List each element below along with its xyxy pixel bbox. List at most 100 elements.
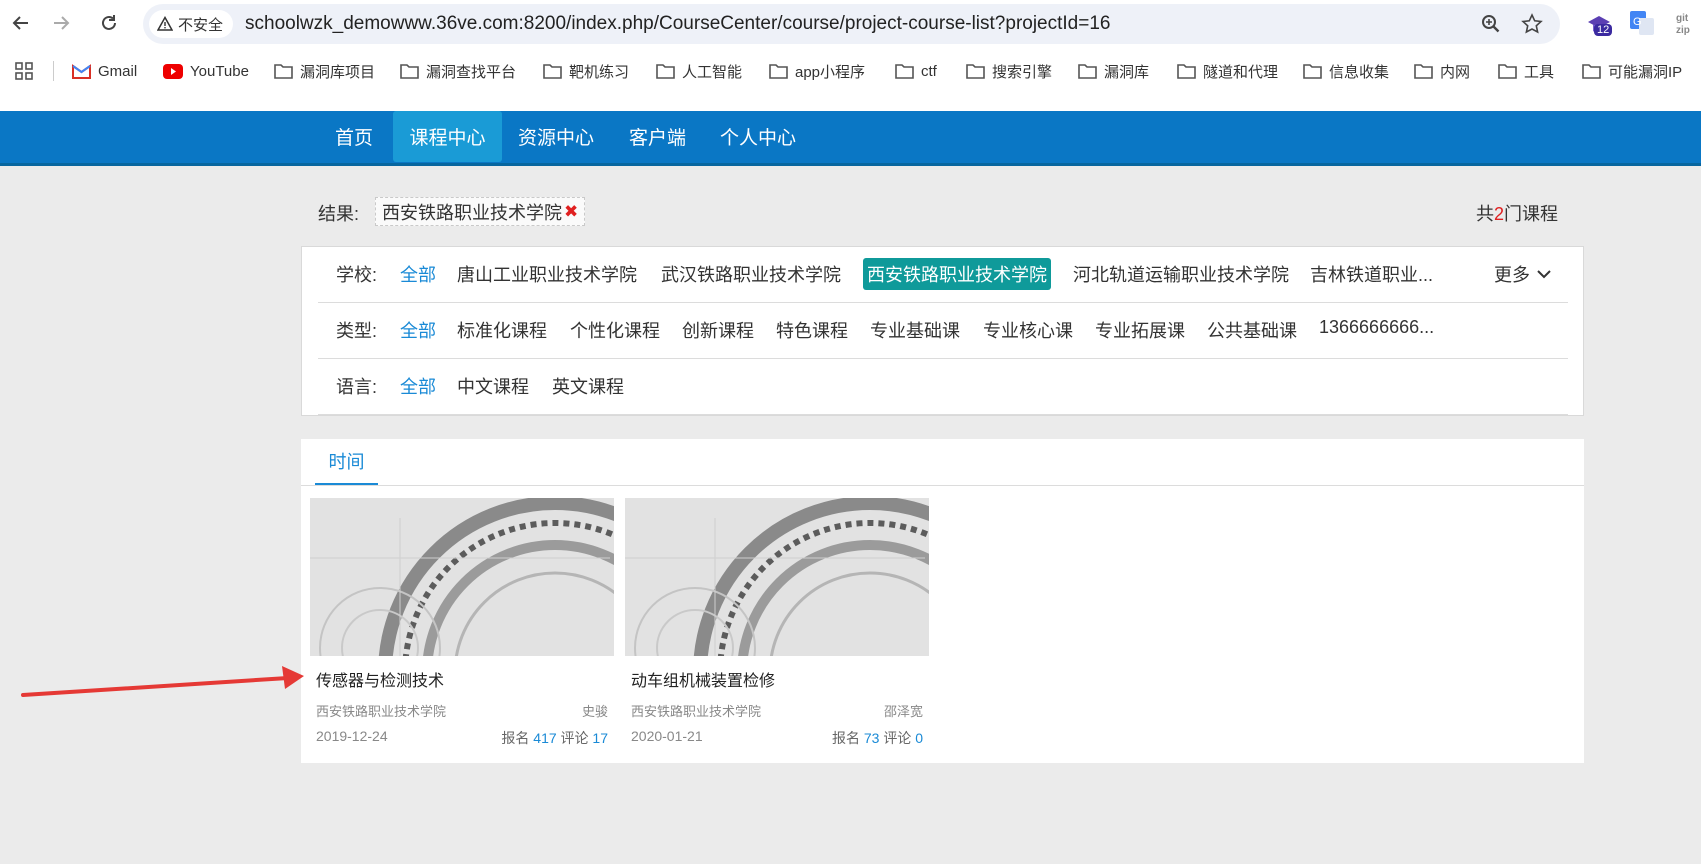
results-filter-tag[interactable]: 西安铁路职业技术学院 ✖ (375, 197, 586, 226)
reload-button[interactable] (94, 8, 124, 38)
course-teacher: 史骏 (581, 704, 608, 719)
course-panel: 时间 传感器与检测技术 西安铁路职业技术学院 史骏 2019-12-24 报名 … (301, 439, 1584, 763)
back-arrow-icon (12, 16, 28, 30)
filter-type-label: 类型: (336, 321, 378, 341)
filter-type-option[interactable]: 专业核心课 (983, 317, 1073, 343)
tab-divider (301, 485, 1584, 486)
bookmark-folder[interactable]: 漏洞库项目 (274, 56, 375, 86)
bookmark-youtube[interactable]: YouTube (163, 56, 249, 86)
zoom-icon[interactable] (1480, 13, 1502, 35)
translate-icon[interactable]: G (1629, 10, 1659, 40)
security-indicator[interactable]: 不安全 (149, 10, 234, 38)
folder-icon (1582, 64, 1601, 79)
filter-school-option[interactable]: 河北轨道运输职业技术学院 (1073, 261, 1289, 287)
bookmark-gmail[interactable]: Gmail (72, 56, 137, 86)
course-card[interactable]: 动车组机械装置检修 西安铁路职业技术学院 邵泽宽 2020-01-21 报名 7… (625, 498, 929, 758)
course-card[interactable]: 传感器与检测技术 西安铁路职业技术学院 史骏 2019-12-24 报名 417… (310, 498, 614, 758)
nav-personal-center[interactable]: 个人中心 (713, 111, 803, 162)
filter-row-language: 语言: 全部 中文课程 英文课程 (318, 359, 1568, 415)
folder-icon (1414, 64, 1433, 79)
filter-type-option[interactable]: 公共基础课 (1207, 317, 1297, 343)
course-thumbnail[interactable] (310, 498, 614, 656)
course-teacher: 邵泽宽 (883, 704, 923, 719)
bookmark-folder[interactable]: app小程序 (769, 56, 865, 86)
bookmark-divider (53, 61, 54, 81)
course-date: 2020-01-21 (631, 728, 703, 744)
bookmark-folder[interactable]: 人工智能 (656, 56, 742, 86)
filter-type-option[interactable]: 1366666666... (1319, 317, 1434, 338)
chevron-down-icon (1537, 270, 1551, 279)
filter-type-option[interactable]: 专业拓展课 (1095, 317, 1185, 343)
filter-type-option[interactable]: 个性化课程 (570, 317, 660, 343)
folder-icon (656, 64, 675, 79)
nav-bottom-edge (0, 163, 1701, 166)
course-title[interactable]: 动车组机械装置检修 (631, 667, 775, 691)
folder-icon (769, 64, 788, 79)
bookmark-folder[interactable]: 工具 (1498, 56, 1554, 86)
filter-school-all[interactable]: 全部 (400, 261, 436, 287)
back-button[interactable] (6, 8, 36, 38)
address-bar[interactable]: 不安全 schoolwzk_demowww.36ve.com:8200/inde… (143, 4, 1560, 44)
url-text[interactable]: schoolwzk_demowww.36ve.com:8200/index.ph… (245, 13, 1110, 35)
forward-button[interactable] (46, 8, 76, 38)
remove-filter-icon[interactable]: ✖ (564, 202, 578, 222)
filter-language-all[interactable]: 全部 (400, 373, 436, 399)
bookmark-folder[interactable]: 漏洞库 (1078, 56, 1149, 86)
filter-language-option[interactable]: 中文课程 (457, 373, 529, 399)
gmail-icon (72, 63, 91, 79)
folder-icon (1498, 64, 1517, 79)
course-stats: 报名 417 评论 17 (501, 730, 608, 746)
filter-school-option[interactable]: 唐山工业职业技术学院 (457, 261, 637, 287)
bookmark-folder[interactable]: 可能漏洞IP (1582, 56, 1682, 86)
filter-school-label: 学校: (336, 265, 378, 285)
course-cover-image (625, 498, 929, 656)
browser-chrome: 不安全 schoolwzk_demowww.36ve.com:8200/inde… (0, 0, 1701, 111)
tab-time[interactable]: 时间 (315, 439, 378, 485)
youtube-icon (163, 63, 183, 79)
course-thumbnail[interactable] (625, 498, 929, 656)
filter-type-option[interactable]: 创新课程 (682, 317, 754, 343)
filter-school-option[interactable]: 吉林铁道职业... (1310, 261, 1433, 287)
bookmark-folder[interactable]: 靶机练习 (543, 56, 629, 86)
bookmark-folder[interactable]: 搜索引擎 (966, 56, 1052, 86)
bookmark-folder[interactable]: ctf (895, 56, 937, 86)
filter-school-option[interactable]: 武汉铁路职业技术学院 (661, 261, 841, 287)
filter-type-option[interactable]: 专业基础课 (870, 317, 960, 343)
nav-course-center[interactable]: 课程中心 (393, 111, 502, 162)
apps-grid-icon[interactable] (15, 56, 33, 86)
course-count-number: 2 (1493, 204, 1504, 224)
filter-row-type: 类型: 全部 标准化课程 个性化课程 创新课程 特色课程 专业基础课 专业核心课… (318, 303, 1568, 359)
filter-school-option-selected[interactable]: 西安铁路职业技术学院 (863, 258, 1051, 290)
star-icon[interactable] (1521, 13, 1543, 35)
bookmark-folder[interactable]: 隧道和代理 (1177, 56, 1278, 86)
nav-client[interactable]: 客户端 (620, 111, 695, 162)
folder-icon (543, 64, 562, 79)
folder-icon (1303, 64, 1322, 79)
course-title[interactable]: 传感器与检测技术 (316, 667, 444, 691)
course-cover-image (310, 498, 614, 656)
enroll-count: 417 (533, 730, 557, 746)
bookmark-folder[interactable]: 信息收集 (1303, 56, 1389, 86)
nav-home[interactable]: 首页 (324, 111, 384, 162)
course-count: 共2门课程 (1475, 204, 1558, 224)
nav-resource-center[interactable]: 资源中心 (510, 111, 602, 162)
bookmark-folder[interactable]: 内网 (1414, 56, 1470, 86)
gitzip-icon[interactable]: git zip (1674, 10, 1701, 40)
folder-icon (1177, 64, 1196, 79)
enroll-count: 73 (863, 730, 880, 746)
bookmarks-bar: Gmail YouTube 漏洞库项目 漏洞查找平台 靶机练习 人工智能 app小程序 c… (0, 56, 1701, 86)
results-label: 结果: (318, 204, 360, 224)
filter-type-option[interactable]: 标准化课程 (457, 317, 547, 343)
svg-text:G: G (1633, 16, 1642, 28)
filter-more-button[interactable]: 更多 (1494, 261, 1552, 287)
folder-icon (895, 64, 914, 79)
filter-type-option[interactable]: 特色课程 (776, 317, 848, 343)
filter-language-label: 语言: (336, 377, 378, 397)
extension-hat-icon[interactable]: 12 (1584, 10, 1614, 40)
filter-language-option[interactable]: 英文课程 (552, 373, 624, 399)
filter-panel: 学校: 全部 唐山工业职业技术学院 武汉铁路职业技术学院 西安铁路职业技术学院 … (301, 246, 1584, 416)
filter-type-all[interactable]: 全部 (400, 317, 436, 343)
insecure-label: 不安全 (178, 16, 224, 34)
forward-arrow-icon (54, 16, 70, 30)
bookmark-folder[interactable]: 漏洞查找平台 (400, 56, 516, 86)
